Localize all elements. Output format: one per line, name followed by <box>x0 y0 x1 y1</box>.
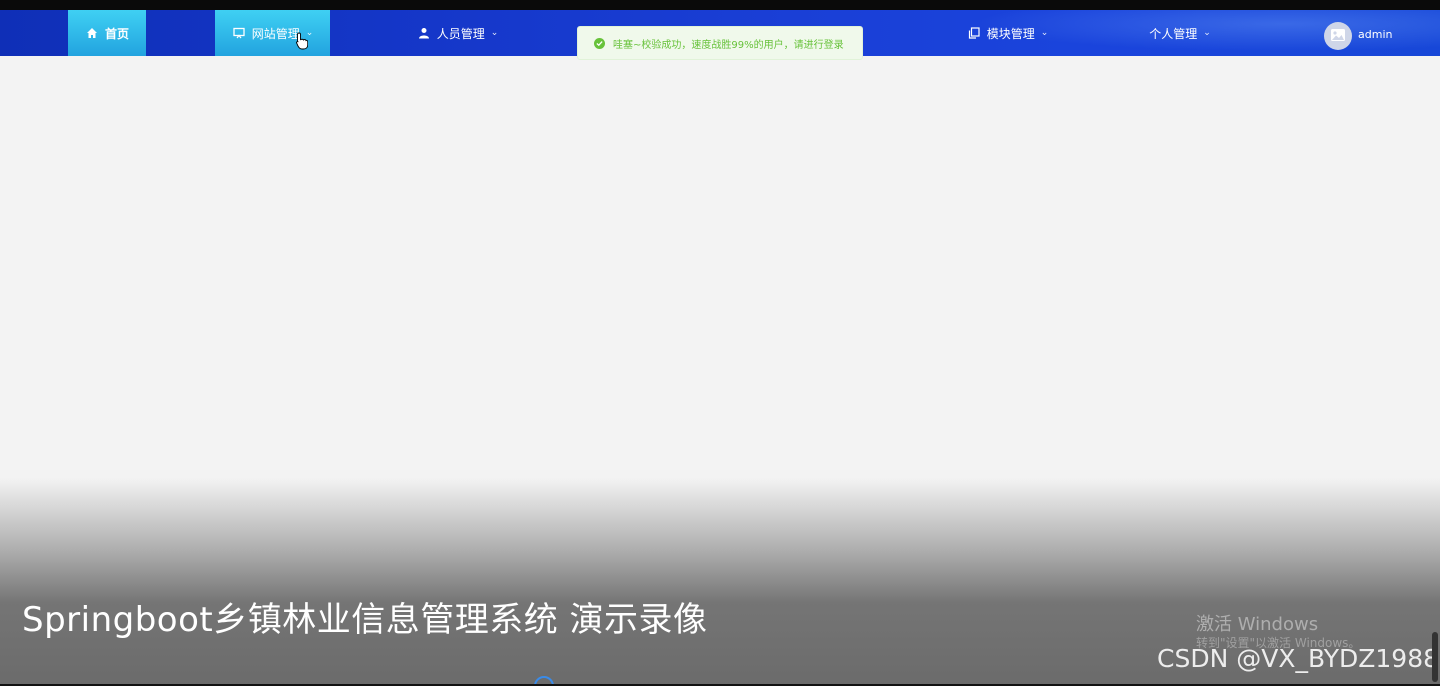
hand-cursor-icon <box>296 32 309 54</box>
copy-icon <box>967 26 981 40</box>
avatar[interactable] <box>1324 22 1352 50</box>
csdn-watermark: CSDN @VX_BYDZ1988 <box>1157 644 1440 673</box>
nav-home-label: 首页 <box>104 26 129 41</box>
app-screen: 首页 网站管理 ⌄ 人员管理 ⌄ 模块管理 ⌄ 个人管理 ⌄ admin 哇塞~… <box>0 0 1440 686</box>
windows-activate-title: 激活 Windows <box>1196 614 1319 635</box>
chevron-down-icon: ⌄ <box>1040 28 1049 38</box>
nav-personnel-management[interactable]: 人员管理 ⌄ <box>405 10 510 56</box>
nav-home[interactable]: 首页 <box>68 10 146 56</box>
chevron-down-icon: ⌄ <box>490 28 499 38</box>
scrollbar[interactable] <box>1432 632 1438 682</box>
nav-module-management[interactable]: 模块管理 ⌄ <box>955 10 1060 56</box>
nav-website-management-label: 网站管理 <box>251 26 300 41</box>
username[interactable]: admin <box>1358 28 1392 41</box>
nav-personal-management-label: 个人管理 <box>1149 26 1198 41</box>
nav-module-management-label: 模块管理 <box>986 26 1035 41</box>
user-icon <box>417 26 431 40</box>
nav-personnel-management-label: 人员管理 <box>436 26 485 41</box>
chevron-down-icon: ⌄ <box>1203 28 1211 38</box>
nav-website-management[interactable]: 网站管理 ⌄ <box>215 10 330 56</box>
toast-message: 哇塞~校验成功，速度战胜99%的用户，请进行登录 <box>613 39 844 51</box>
window-top-edge <box>0 0 1440 10</box>
monitor-icon <box>232 26 246 40</box>
video-caption: Springboot乡镇林业信息管理系统 演示录像 <box>22 600 708 640</box>
home-icon <box>85 26 99 40</box>
image-icon <box>1330 27 1346 46</box>
nav-personal-management[interactable]: 个人管理 ⌄ <box>1135 10 1225 56</box>
success-toast: 哇塞~校验成功，速度战胜99%的用户，请进行登录 <box>577 26 863 60</box>
check-circle-icon <box>594 37 605 49</box>
